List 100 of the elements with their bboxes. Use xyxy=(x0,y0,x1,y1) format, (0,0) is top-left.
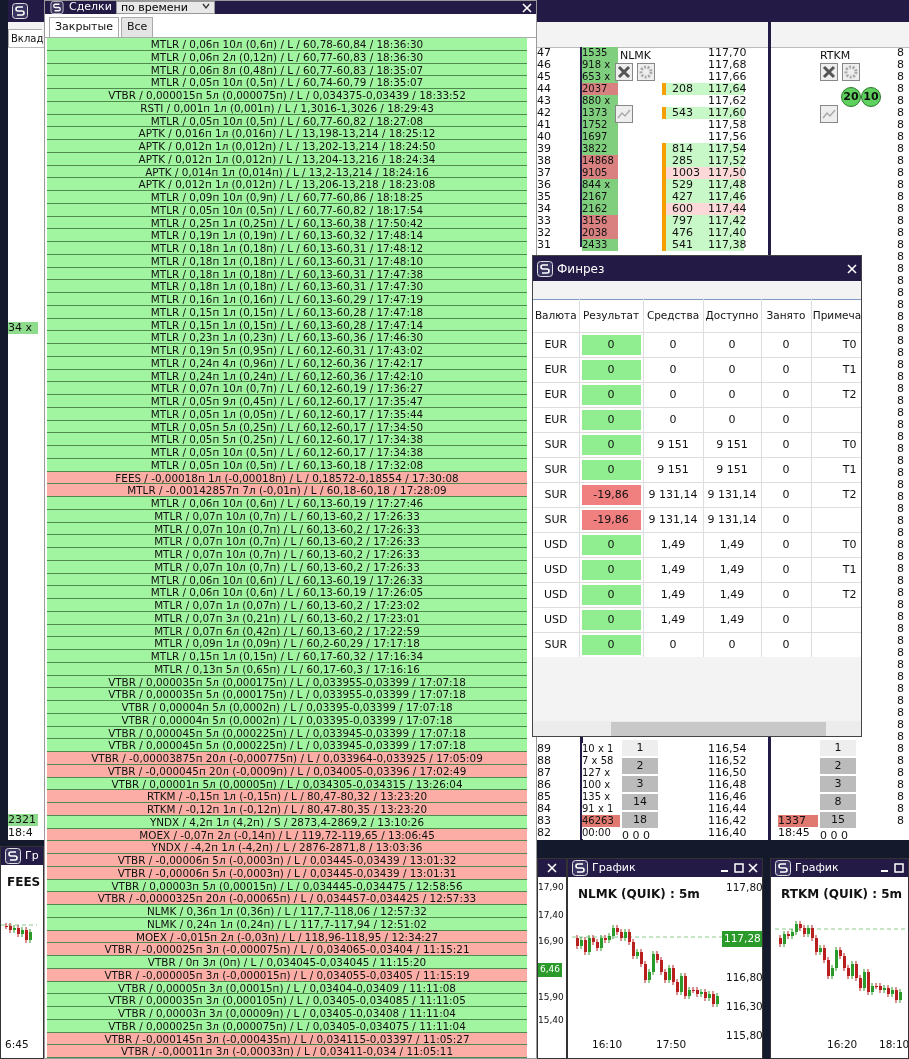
table-cell: 1,49 xyxy=(719,587,745,601)
table-cell: 0 xyxy=(782,612,790,626)
trade-row[interactable]: VTBR / 0п 3л (0п) / L / 0,034045-0,034045 / 11:15:20 xyxy=(47,956,527,969)
tab[interactable]: Вклад xyxy=(8,29,42,47)
maximize-icon[interactable] xyxy=(894,863,904,873)
volume-cell: 46263 xyxy=(582,815,620,827)
table-cell: 1,49 xyxy=(660,587,686,601)
volume-cell: 2433 xyxy=(582,239,618,251)
price-cell: 117,46 xyxy=(700,191,744,203)
trade-row[interactable]: VTBR / 0,00004п 5л (0,0002п) / L / 0,03395-0,03399 / 17:07:18 xyxy=(47,701,527,714)
queue-cell: 3 xyxy=(820,776,856,792)
trade-row[interactable]: VTBR / -0,0000325п 20л (-0,00065п) / L / 0,034457-0,034425 / 12:57:33 xyxy=(47,892,527,905)
queue-footer: 0 0 0 xyxy=(820,830,856,840)
trade-row[interactable]: VTBR / 0,000035п 3л (0,000105п) / L / 0,03405-0,034085 / 11:11:05 xyxy=(47,994,527,1007)
close-icon[interactable] xyxy=(820,63,838,81)
trade-row[interactable]: MTLR / 0,23п 1л (0,23п) / L / 60,13-60,36 / 17:46:30 xyxy=(47,331,527,344)
price-cell: 8 xyxy=(897,623,904,635)
chart-icon[interactable] xyxy=(820,105,838,123)
chart-title: RTKM (QUIK) : 5m xyxy=(781,886,902,903)
axis-label: 116,30 xyxy=(726,999,762,1014)
price-cell: 8 xyxy=(897,131,904,143)
trade-row[interactable]: VTBR / -0,00003875п 20л (-0,000775п) / L / 0,033964-0,033925 / 17:05:09 xyxy=(47,752,527,765)
trade-row[interactable]: MTLR / 0,19п 1л (0,19п) / L / 60,13-60,32 / 17:48:14 xyxy=(47,229,527,242)
table-cell: 0 xyxy=(782,537,790,551)
price-cell: 8 xyxy=(897,95,904,107)
trade-row[interactable]: VTBR / -0,00006п 5л (-0,0003п) / L / 0,03445-0,03439 / 13:01:32 xyxy=(47,854,527,867)
row-number: 89 xyxy=(537,743,551,755)
trade-row[interactable]: MTLR / 0,06п 10л (0,6п) / L / 60,13-60,19 / 17:27:46 xyxy=(47,497,527,510)
trade-row[interactable]: MTLR / 0,09п 1л (0,09п) / L / 60,2-60,29 / 17:17:18 xyxy=(47,637,527,650)
price-cell: 8 xyxy=(897,239,904,251)
trade-row[interactable]: MTLR / 0,18п 1л (0,18п) / L / 60,13-60,31 / 17:47:30 xyxy=(47,280,527,293)
price-cell: 8 xyxy=(897,371,904,383)
tab[interactable]: Все xyxy=(120,17,154,37)
trade-row[interactable]: VTBR / -0,000025п 3л (-0,000075п) / L / 0,034065-0,03404 / 11:15:21 xyxy=(47,943,527,956)
trade-row[interactable]: MTLR / 0,19п 5л (0,95п) / L / 60,12-60,31 / 17:43:02 xyxy=(47,344,527,357)
table-cell: 0 xyxy=(669,637,677,651)
trade-row[interactable]: MTLR / 0,05п 10л (0,5п) / L / 60,74-60,79 / 18:35:07 xyxy=(47,76,527,89)
trade-row[interactable]: VTBR / 0,000045п 5л (0,000225п) / L / 0,033945-0,03399 / 17:07:18 xyxy=(47,739,527,752)
trade-row[interactable]: MTLR / 0,05п 5л (0,25п) / L / 60,12-60,17 / 17:34:38 xyxy=(47,433,527,446)
axis-label: 116,80 xyxy=(726,970,762,985)
volume-cell: 285 xyxy=(662,155,700,167)
ticker-label: NLMK xyxy=(620,50,652,62)
row-number: 33 xyxy=(537,215,551,227)
trade-row[interactable]: MTLR / 0,06п 10л (0,6п) / L / 60,78-60,84 / 18:36:30 xyxy=(47,38,527,51)
volume-cell: 9105 xyxy=(582,167,618,179)
settings-icon[interactable] xyxy=(842,63,860,81)
table-cell: EUR xyxy=(544,337,568,351)
price-cell: 8 xyxy=(897,335,904,347)
trade-row[interactable]: NLMK / 0,36п 1л (0,36п) / L / 117,7-118,06 / 12:57:32 xyxy=(47,905,527,918)
table-cell: 0 xyxy=(782,387,790,401)
price-cell: 8 xyxy=(897,551,904,563)
axis-label: 115,80 xyxy=(726,1028,762,1043)
axis-label: 6:45 xyxy=(5,1037,29,1052)
trade-row[interactable]: VTBR / 0,000015п 5л (0,000075п) / L / 0,034375-0,03439 / 18:33:52 xyxy=(47,89,527,102)
price-cell: 8 xyxy=(897,263,904,275)
result-cell: 0 xyxy=(581,560,641,580)
chart-icon[interactable] xyxy=(615,105,633,123)
trade-row[interactable]: MTLR / 0,18п 1л (0,18п) / L / 60,13-60,31 / 17:48:12 xyxy=(47,242,527,255)
trade-row[interactable]: YNDX / -4,2п 1л (-4,2п) / L / 2876-2871,8 / 13:03:36 xyxy=(47,841,527,854)
trade-row[interactable]: MTLR / 0,06п 10л (0,6п) / L / 60,13-60,19 / 17:26:05 xyxy=(47,586,527,599)
queue-cell: 8 xyxy=(820,794,856,810)
close-icon[interactable] xyxy=(615,63,633,81)
price-cell-text: 117,62 xyxy=(707,95,744,107)
trade-row[interactable]: APTK / 0,012п 1л (0,012п) / L / 13,206-13,218 / 18:23:08 xyxy=(47,178,527,191)
trade-row[interactable]: MTLR / 0,05п 10л (0,5п) / L / 60,12-60,17 / 17:34:38 xyxy=(47,446,527,459)
volume-cell: 1535 xyxy=(582,47,618,59)
price-cell: 8 xyxy=(897,275,904,287)
maximize-icon[interactable] xyxy=(734,863,744,873)
table-cell: 1,49 xyxy=(719,537,745,551)
trade-row[interactable]: MTLR / 0,09п 10л (0,9п) / L / 60,77-60,86 / 18:18:25 xyxy=(47,191,527,204)
trade-row[interactable]: MTLR / -0,00142857п 7л (-0,01п) / L / 60,18-60,18 / 17:28:09 xyxy=(47,484,527,497)
trade-row[interactable]: MTLR / 0,05п 9л (0,45п) / L / 60,12-60,17 / 17:35:47 xyxy=(47,395,527,408)
table-cell: T1 xyxy=(842,562,857,576)
trade-row[interactable]: MTLR / 0,07п 1л (0,07п) / L / 60,13-60,2 / 17:23:02 xyxy=(47,599,527,612)
queue-cell: 14 xyxy=(622,794,658,810)
table-cell: SUR xyxy=(544,512,568,526)
trade-row[interactable]: APTK / 0,012п 1л (0,012п) / L / 13,202-13,214 / 18:24:50 xyxy=(47,140,527,153)
trade-row[interactable]: MTLR / 0,07п 10л (0,7п) / L / 60,12-60,19 / 17:36:27 xyxy=(47,382,527,395)
trade-row[interactable]: VTBR / 0,000035п 5л (0,000175п) / L / 0,033955-0,03399 / 17:07:18 xyxy=(47,688,527,701)
column-header: Средства xyxy=(643,299,703,333)
trade-row[interactable]: APTK / 0,016п 1л (0,016п) / L / 13,198-13,214 / 18:25:12 xyxy=(47,127,527,140)
price-cell: 8 xyxy=(897,539,904,551)
result-cell: 0 xyxy=(581,585,641,605)
volume-cell: 208 xyxy=(662,83,700,95)
result-cell: -19,86 xyxy=(581,510,641,530)
trade-row[interactable]: MTLR / 0,15п 1л (0,15п) / L / 60,17-60,32 / 17:16:34 xyxy=(47,650,527,663)
queue-footer: 0 0 0 xyxy=(622,830,658,840)
price-cell: 8 xyxy=(897,791,904,803)
trade-row[interactable]: RTKM / -0,15п 1л (-0,15п) / L / 80,47-80,32 / 13:23:20 xyxy=(47,790,527,803)
trade-row[interactable]: VTBR / 0,00003п 3л (0,00009п) / L / 0,03405-0,03408 / 11:11:04 xyxy=(47,1007,527,1020)
trade-row[interactable]: MTLR / 0,07п 10л (0,7п) / L / 60,13-60,2 / 17:26:33 xyxy=(47,548,527,561)
trade-row[interactable]: RTKM / -0,12п 1л (-0,12п) / L / 80,47-80,35 / 13:23:20 xyxy=(47,803,527,816)
scrollbar[interactable] xyxy=(533,721,861,736)
trade-row[interactable]: VTBR / -0,00011п 3л (-0,00033п) / L / 0,03411-0,034 / 11:05:11 xyxy=(47,1045,527,1058)
trade-row[interactable]: MTLR / 0,16п 1л (0,16п) / L / 60,13-60,29 / 17:47:19 xyxy=(47,293,527,306)
tab[interactable]: Закрытые xyxy=(49,17,119,37)
settings-icon[interactable] xyxy=(637,63,655,81)
sort-dropdown[interactable]: по времени xyxy=(115,1,215,14)
price-cell: 117,44 xyxy=(700,203,744,215)
trade-row[interactable]: MTLR / 0,07п 10л (0,7п) / L / 60,13-60,2 / 17:26:33 xyxy=(47,535,527,548)
